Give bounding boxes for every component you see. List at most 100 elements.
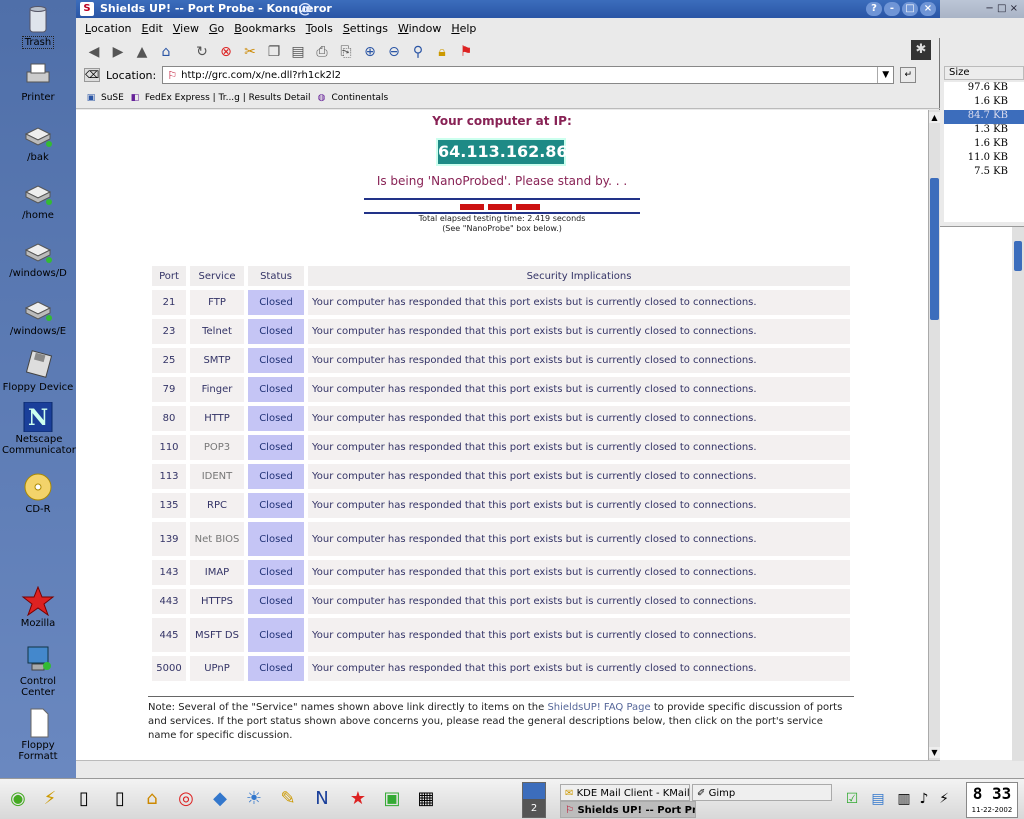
desktop-icon-mozilla[interactable]: Mozilla bbox=[0, 586, 76, 629]
size-column-header[interactable]: Size bbox=[944, 66, 1024, 80]
desktop-icon-printer[interactable]: Printer bbox=[0, 60, 76, 103]
side-minimize-button[interactable]: − bbox=[985, 3, 993, 14]
service-link[interactable]: RPC bbox=[190, 493, 244, 518]
menu-settings[interactable]: Settings bbox=[338, 22, 393, 35]
network-tray-icon[interactable]: ⚡ bbox=[930, 785, 958, 813]
menu-bookmarks[interactable]: Bookmarks bbox=[229, 22, 300, 35]
forward-icon[interactable]: ▶ bbox=[108, 42, 128, 62]
list-item[interactable]: 1.6 KB bbox=[944, 96, 1024, 110]
maximize-button[interactable]: □ bbox=[902, 2, 918, 16]
service-link[interactable]: POP3 bbox=[190, 435, 244, 460]
stop-icon[interactable]: ⊗ bbox=[216, 42, 236, 62]
checklist-tray-icon[interactable]: ☑ bbox=[838, 785, 866, 813]
list-item[interactable]: 97.6 KB bbox=[944, 82, 1024, 96]
service-link[interactable]: UPnP bbox=[190, 656, 244, 681]
window-titlebar[interactable]: S Shields UP! -- Port Probe - Konqueror … bbox=[76, 0, 940, 18]
back-icon[interactable]: ◀ bbox=[84, 42, 104, 62]
desktop-icon-windows-e[interactable]: /windows/E bbox=[0, 294, 76, 337]
service-link[interactable]: SMTP bbox=[190, 348, 244, 373]
help-button[interactable]: ? bbox=[866, 2, 882, 16]
reload-icon[interactable]: ↻ bbox=[192, 42, 212, 62]
menu-view[interactable]: View bbox=[168, 22, 204, 35]
scroll-down-icon[interactable]: ▼ bbox=[929, 747, 940, 758]
home-folder-icon[interactable]: ⌂ bbox=[138, 785, 166, 813]
service-link[interactable]: Telnet bbox=[190, 319, 244, 344]
clock[interactable]: 8 33 11-22-2002 bbox=[966, 782, 1018, 818]
print-icon[interactable]: ⎙ bbox=[312, 42, 332, 62]
zoom-in-icon[interactable]: ⊕ bbox=[360, 42, 380, 62]
mozilla-taskbar-icon[interactable]: ★ bbox=[344, 785, 372, 813]
bookmark-continentals[interactable]: ◍ Continentals bbox=[315, 92, 389, 104]
menu-tools[interactable]: Tools bbox=[301, 22, 338, 35]
side-close-button[interactable]: × bbox=[1010, 3, 1018, 14]
language-flag-icon[interactable]: ⚑ bbox=[456, 42, 476, 62]
desktop-icon-netscape[interactable]: N Netscape Communicator bbox=[0, 402, 76, 456]
blank-document-icon[interactable]: ▯ bbox=[106, 785, 134, 813]
side-maximize-button[interactable]: □ bbox=[997, 3, 1006, 14]
cut-icon[interactable]: ✂ bbox=[240, 42, 260, 62]
menu-location[interactable]: Location bbox=[80, 22, 137, 35]
copy-icon[interactable]: ❐ bbox=[264, 42, 284, 62]
desktop-icon-bak[interactable]: /bak bbox=[0, 120, 76, 163]
service-link[interactable]: Net BIOS bbox=[190, 522, 244, 556]
list-item[interactable]: 1.6 KB bbox=[944, 138, 1024, 152]
faq-link[interactable]: ShieldsUP! FAQ Page bbox=[547, 702, 650, 713]
desktop-pager[interactable]: 2 bbox=[522, 782, 546, 818]
service-link[interactable]: HTTPS bbox=[190, 589, 244, 614]
lock-icon[interactable]: 🔒︎ bbox=[432, 42, 452, 62]
search-icon[interactable]: ☀ bbox=[240, 785, 268, 813]
clear-location-icon[interactable]: ⌫ bbox=[84, 68, 100, 82]
menu-edit[interactable]: Edit bbox=[137, 22, 168, 35]
document-icon[interactable]: ▯ bbox=[70, 785, 98, 813]
service-link[interactable]: IMAP bbox=[190, 560, 244, 585]
chevron-down-icon[interactable]: ▼ bbox=[877, 67, 893, 83]
lock-tray-icon[interactable]: ▤ bbox=[864, 785, 892, 813]
location-input[interactable]: ⚐ http://grc.com/x/ne.dll?rh1ck2l2 ▼ bbox=[162, 66, 895, 84]
side-scrollbar[interactable] bbox=[1012, 227, 1024, 761]
kedit-icon[interactable]: ✎ bbox=[274, 785, 302, 813]
paste-icon[interactable]: ▤ bbox=[288, 42, 308, 62]
service-link[interactable]: MSFT DS bbox=[190, 618, 244, 652]
bookmark-suse[interactable]: ▣ SuSE bbox=[84, 92, 124, 104]
desktop-icon-cdr[interactable]: CD-R bbox=[0, 472, 76, 515]
konqueror-app-icon[interactable]: S bbox=[80, 2, 94, 16]
go-icon[interactable]: ↵ bbox=[900, 67, 917, 83]
list-item[interactable]: 7.5 KB bbox=[944, 166, 1024, 180]
desktop-icon-trash[interactable]: Trash bbox=[0, 4, 76, 49]
calculator-icon[interactable]: ▦ bbox=[412, 785, 440, 813]
zoom-out-icon[interactable]: ⊖ bbox=[384, 42, 404, 62]
netscape-taskbar-icon[interactable]: N bbox=[308, 785, 336, 813]
list-item[interactable]: 84.7 KB bbox=[944, 110, 1024, 124]
service-link[interactable]: HTTP bbox=[190, 406, 244, 431]
service-link[interactable]: Finger bbox=[190, 377, 244, 402]
konqueror-icon[interactable]: ◆ bbox=[206, 785, 234, 813]
terminal-icon[interactable]: ▣ bbox=[378, 785, 406, 813]
service-link[interactable]: FTP bbox=[190, 290, 244, 315]
desktop-icon-control-center[interactable]: Control Center bbox=[0, 644, 76, 698]
list-item[interactable]: 11.0 KB bbox=[944, 152, 1024, 166]
kde-menu-icon[interactable]: ◉ bbox=[4, 785, 32, 813]
menu-window[interactable]: Window bbox=[393, 22, 446, 35]
up-icon[interactable]: ▲ bbox=[132, 42, 152, 62]
pager-desktop-2[interactable]: 2 bbox=[523, 800, 545, 817]
print-frame-icon[interactable]: ⎘ bbox=[336, 42, 356, 62]
page-scrollbar[interactable]: ▲ ▼ bbox=[928, 110, 940, 760]
menu-go[interactable]: Go bbox=[204, 22, 229, 35]
desktop-icon-floppy[interactable]: Floppy Device bbox=[0, 350, 76, 393]
lightning-icon[interactable]: ⚡ bbox=[36, 785, 64, 813]
task-kmail[interactable]: ✉ KDE Mail Client - KMail bbox=[560, 784, 690, 801]
desktop-icon-windows-d[interactable]: /windows/D bbox=[0, 236, 76, 279]
minimize-button[interactable]: - bbox=[884, 2, 900, 16]
scroll-thumb[interactable] bbox=[930, 178, 939, 320]
close-button[interactable]: × bbox=[920, 2, 936, 16]
find-icon[interactable]: ⚲ bbox=[408, 42, 428, 62]
side-scroll-thumb[interactable] bbox=[1014, 241, 1022, 271]
menu-help[interactable]: Help bbox=[446, 22, 481, 35]
bookmark-fedex[interactable]: ◧ FedEx Express | Tr...g | Results Detai… bbox=[128, 92, 311, 104]
home-icon[interactable]: ⌂ bbox=[156, 42, 176, 62]
service-link[interactable]: IDENT bbox=[190, 464, 244, 489]
desktop-icon-floppy-format[interactable]: Floppy Formatt bbox=[0, 708, 76, 762]
pager-desktop-1[interactable] bbox=[523, 783, 545, 800]
scroll-up-icon[interactable]: ▲ bbox=[929, 112, 940, 123]
desktop-icon-home[interactable]: /home bbox=[0, 178, 76, 221]
